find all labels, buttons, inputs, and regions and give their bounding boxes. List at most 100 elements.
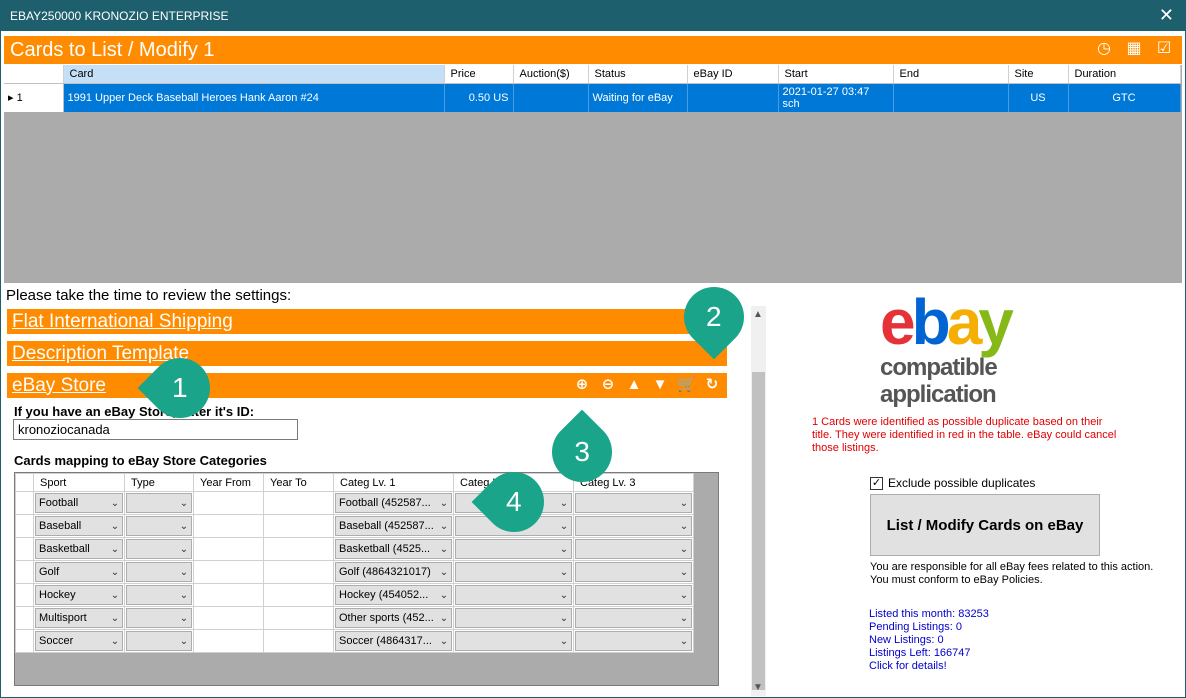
table-row[interactable]: Multisport ⌄ ⌄ Other sports (452... ⌄ ⌄ ⌄ [15,606,694,630]
cell-year-to[interactable] [263,629,334,653]
cell-categ1[interactable]: Golf (4864321017) ⌄ [333,560,454,584]
cell-ebay-id[interactable] [687,83,779,112]
cell-categ3[interactable]: ⌄ [573,606,694,630]
cell-year-from[interactable] [193,537,264,561]
cell-card[interactable]: 1991 Upper Deck Baseball Heroes Hank Aar… [63,83,445,112]
cell-site[interactable]: US [1008,83,1069,112]
cell-categ2-combo[interactable]: ⌄ [455,608,572,628]
row-header[interactable] [15,629,34,653]
table-row[interactable]: Golf ⌄ ⌄ Golf (4864321017) ⌄ ⌄ ⌄ [15,560,694,584]
cell-sport[interactable]: Basketball ⌄ [33,537,125,561]
chevron-down-icon[interactable]: ⌄ [677,567,691,578]
cell-year-to[interactable] [263,537,334,561]
cell-categ2-combo[interactable]: ⌄ [455,585,572,605]
cell-type-combo[interactable]: ⌄ [126,608,192,628]
cell-categ1[interactable]: Football (452587... ⌄ [333,491,454,515]
cell-type-combo[interactable]: ⌄ [126,585,192,605]
cell-year-from[interactable] [193,560,264,584]
cell-categ1-combo[interactable]: Other sports (452... ⌄ [335,608,452,628]
cell-sport[interactable]: Golf ⌄ [33,560,125,584]
cell-categ3-combo[interactable]: ⌄ [575,493,692,513]
chevron-down-icon[interactable]: ⌄ [108,544,122,555]
cell-categ2[interactable]: ⌄ [453,629,574,653]
chevron-down-icon[interactable]: ⌄ [437,567,451,578]
cell-categ1[interactable]: Other sports (452... ⌄ [333,606,454,630]
close-icon[interactable]: ✕ [1159,5,1174,26]
cell-year-to[interactable] [263,491,334,515]
cell-categ3-combo[interactable]: ⌄ [575,562,692,582]
check-icon[interactable]: ☑ [1154,39,1174,59]
cell-year-to[interactable] [263,560,334,584]
exclude-checkbox[interactable]: ✓ [870,476,883,490]
cell-type[interactable]: ⌄ [124,491,194,515]
chevron-down-icon[interactable]: ⌄ [557,544,571,555]
cell-status[interactable]: Waiting for eBay [588,83,688,112]
cart-icon[interactable]: 🛒 [677,376,696,394]
cell-year-from[interactable] [193,629,264,653]
cell-categ3[interactable]: ⌄ [573,537,694,561]
cell-type[interactable]: ⌄ [124,537,194,561]
add-icon[interactable]: ⊕ [573,376,591,394]
refresh-icon[interactable]: ↻ [703,376,721,394]
col-header-type[interactable]: Type [124,473,194,492]
cell-end[interactable] [893,83,1009,112]
cell-sport-combo[interactable]: Football ⌄ [35,493,123,513]
cell-year-to[interactable] [263,606,334,630]
row-header[interactable] [15,560,34,584]
col-header-year-to[interactable]: Year To [263,473,334,492]
chevron-down-icon[interactable]: ⌄ [437,498,451,509]
chevron-down-icon[interactable]: ⌄ [557,521,571,532]
chevron-down-icon[interactable]: ⌄ [677,613,691,624]
chevron-down-icon[interactable]: ⌄ [177,544,191,555]
cell-type-combo[interactable]: ⌄ [126,631,192,651]
section-store[interactable]: eBay Store ⊕ ⊖ ▲ ▼ 🛒 ↻ [7,373,727,398]
cell-type[interactable]: ⌄ [124,583,194,607]
chevron-down-icon[interactable]: ⌄ [557,590,571,601]
cell-categ2-combo[interactable]: ⌄ [455,562,572,582]
cell-categ2[interactable]: ⌄ [453,606,574,630]
col-header-categ1[interactable]: Categ Lv. 1 [333,473,454,492]
details-link[interactable]: Click for details! [869,660,989,673]
cell-type-combo[interactable]: ⌄ [126,562,192,582]
cell-categ3[interactable]: ⌄ [573,560,694,584]
cell-year-from[interactable] [193,491,264,515]
chevron-down-icon[interactable]: ⌄ [437,544,451,555]
row-header[interactable]: ▸ 1 [4,83,64,112]
chevron-down-icon[interactable]: ⌄ [108,613,122,624]
section-shipping[interactable]: Flat International Shipping [7,309,727,334]
chevron-down-icon[interactable]: ⌄ [557,567,571,578]
cell-sport-combo[interactable]: Hockey ⌄ [35,585,123,605]
table-row[interactable]: Basketball ⌄ ⌄ Basketball (4525... ⌄ ⌄ ⌄ [15,537,694,561]
cell-year-to[interactable] [263,583,334,607]
chevron-down-icon[interactable]: ⌄ [557,613,571,624]
row-header[interactable] [15,514,34,538]
cell-categ3[interactable]: ⌄ [573,583,694,607]
col-header-sport[interactable]: Sport [33,473,125,492]
row-header[interactable] [15,606,34,630]
cell-categ1-combo[interactable]: Baseball (452587... ⌄ [335,516,452,536]
col-header-end[interactable]: End [893,65,1009,84]
cell-sport-combo[interactable]: Soccer ⌄ [35,631,123,651]
section-description[interactable]: Description Template [7,341,727,366]
cell-categ2[interactable]: ⌄ [453,560,574,584]
arrow-down-icon[interactable]: ▼ [651,376,669,394]
row-header[interactable] [15,491,34,515]
cell-categ2-combo[interactable]: ⌄ [455,631,572,651]
cell-categ1-combo[interactable]: Basketball (4525... ⌄ [335,539,452,559]
cell-sport[interactable]: Hockey ⌄ [33,583,125,607]
cell-categ2-combo[interactable]: ⌄ [455,539,572,559]
cell-sport-combo[interactable]: Multisport ⌄ [35,608,123,628]
chevron-down-icon[interactable]: ⌄ [437,613,451,624]
chevron-down-icon[interactable]: ⌄ [177,567,191,578]
cell-type[interactable]: ⌄ [124,606,194,630]
cell-sport-combo[interactable]: Baseball ⌄ [35,516,123,536]
cell-categ2[interactable]: ⌄ [453,583,574,607]
chevron-down-icon[interactable]: ⌄ [437,636,451,647]
chevron-down-icon[interactable]: ⌄ [557,498,571,509]
chevron-down-icon[interactable]: ⌄ [177,636,191,647]
cell-sport[interactable]: Football ⌄ [33,491,125,515]
clock-icon[interactable]: ◷ [1094,39,1114,59]
cell-categ1-combo[interactable]: Soccer (4864317... ⌄ [335,631,452,651]
arrow-up-icon[interactable]: ▲ [625,376,643,394]
chevron-down-icon[interactable]: ⌄ [677,544,691,555]
